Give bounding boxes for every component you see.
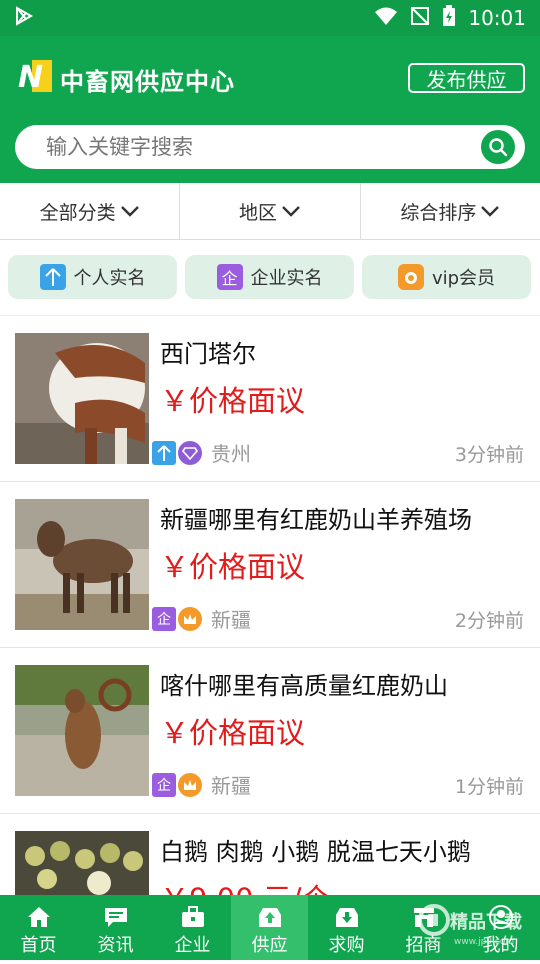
inbox-down-icon (335, 908, 358, 927)
chip-label: 企业实名 (250, 268, 323, 289)
tab-label: 招商 (405, 935, 442, 956)
logo: N (16, 58, 52, 95)
item-region: 新疆 (211, 608, 251, 632)
bottom-tab-bar: 首页 资讯 企业 供应 求购 招商 我的 (0, 895, 540, 960)
enterprise-icon: 企 (216, 264, 243, 290)
message-icon (104, 908, 127, 927)
tab-label: 我的 (482, 935, 519, 956)
status-time: 10:01 (468, 6, 526, 30)
item-time: 2分钟前 (454, 610, 524, 632)
personal-verified-icon (152, 441, 176, 465)
publish-supply-button[interactable]: 发布供应 (408, 63, 525, 93)
item-title: 白鹅 肉鹅 小鹅 脱温七天小鹅 (160, 838, 471, 866)
tab-label: 求购 (328, 935, 365, 956)
list-item[interactable]: 喀什哪里有高质量红鹿奶山 ￥价格面议 企 新疆 1分钟前 (0, 648, 540, 814)
filter-bar: 全部分类 地区 综合排序 (0, 183, 540, 240)
user-icon (488, 905, 513, 929)
search-button[interactable] (481, 130, 515, 164)
tab-supply[interactable]: 供应 (231, 895, 308, 960)
tab-label: 首页 (20, 935, 57, 956)
goat-photo (15, 665, 149, 796)
list-item[interactable]: 西门塔尔 ￥价格面议 贵州 3分钟前 (0, 316, 540, 482)
tab-mine[interactable]: 我的 (462, 895, 539, 960)
chip-label: vip会员 (431, 268, 496, 289)
home-icon (27, 907, 50, 927)
tab-enterprise[interactable]: 企业 (154, 895, 231, 960)
app-header: N 中畜网供应中心 发布供应 (0, 36, 540, 183)
enterprise-verified-icon: 企 (152, 607, 176, 631)
play-store-icon (14, 6, 34, 30)
item-price: ￥价格面议 (160, 716, 306, 750)
tab-news[interactable]: 资讯 (77, 895, 154, 960)
tab-label: 供应 (251, 935, 288, 956)
verification-chips: 个人实名 企 企业实名 vip会员 (0, 240, 540, 316)
item-region: 新疆 (211, 774, 251, 798)
chevron-down-icon (282, 206, 300, 217)
wifi-icon (374, 6, 398, 31)
chip-enterprise-verified[interactable]: 企 企业实名 (185, 255, 354, 299)
tab-label: 资讯 (97, 935, 134, 956)
item-time: 3分钟前 (454, 444, 524, 466)
item-price: ￥价格面议 (160, 550, 306, 584)
filter-category[interactable]: 全部分类 (0, 183, 181, 239)
chevron-down-icon (120, 206, 139, 217)
filter-sort[interactable]: 综合排序 (361, 183, 540, 239)
item-region: 贵州 (211, 442, 251, 466)
item-time: 1分钟前 (454, 776, 524, 798)
page-title: 中畜网供应中心 (60, 68, 235, 96)
chevron-down-icon (481, 206, 500, 217)
no-signal-icon (410, 6, 430, 31)
item-title: 喀什哪里有高质量红鹿奶山 (160, 672, 448, 700)
item-price: ￥价格面议 (160, 384, 306, 418)
store-icon (413, 908, 434, 927)
list-item[interactable]: 新疆哪里有红鹿奶山羊养殖场 ￥价格面议 企 新疆 2分钟前 (0, 482, 540, 648)
chip-vip[interactable]: vip会员 (362, 255, 531, 299)
tab-purchase[interactable]: 求购 (308, 895, 385, 960)
goslings-photo (15, 831, 149, 895)
tab-investment[interactable]: 招商 (385, 895, 462, 960)
search-icon (489, 138, 508, 157)
tab-label: 企业 (174, 935, 211, 956)
medal-icon (397, 264, 424, 290)
chip-personal-verified[interactable]: 个人实名 (8, 255, 177, 299)
list-item[interactable]: 白鹅 肉鹅 小鹅 脱温七天小鹅 ￥9.00 元/个 (0, 814, 540, 895)
inbox-up-icon (258, 908, 281, 927)
crown-icon (178, 607, 202, 631)
filter-label: 地区 (238, 201, 277, 224)
item-title: 西门塔尔 (160, 340, 256, 368)
crown-icon (178, 773, 202, 797)
filter-label: 全部分类 (39, 201, 116, 224)
up-arrow-icon (39, 264, 66, 290)
status-bar: 10:01 (0, 0, 540, 36)
filter-label: 综合排序 (400, 201, 477, 224)
search-input[interactable] (46, 135, 446, 159)
diamond-icon (178, 441, 202, 465)
briefcase-icon (181, 906, 204, 927)
item-price: ￥9.00 元/个 (160, 876, 331, 895)
filter-region[interactable]: 地区 (180, 183, 361, 239)
battery-charging-icon (442, 4, 456, 32)
svg-text:N: N (18, 60, 43, 92)
item-title: 新疆哪里有红鹿奶山羊养殖场 (160, 506, 472, 534)
goat-photo (15, 499, 149, 630)
cattle-photo (15, 333, 149, 464)
tab-home[interactable]: 首页 (0, 895, 77, 960)
search-bar (15, 125, 525, 169)
chip-label: 个人实名 (73, 268, 146, 289)
supply-list: 西门塔尔 ￥价格面议 贵州 3分钟前 新疆哪里有红鹿奶山羊养殖场 ￥价格面议 企… (0, 316, 540, 895)
enterprise-verified-icon: 企 (152, 773, 176, 797)
